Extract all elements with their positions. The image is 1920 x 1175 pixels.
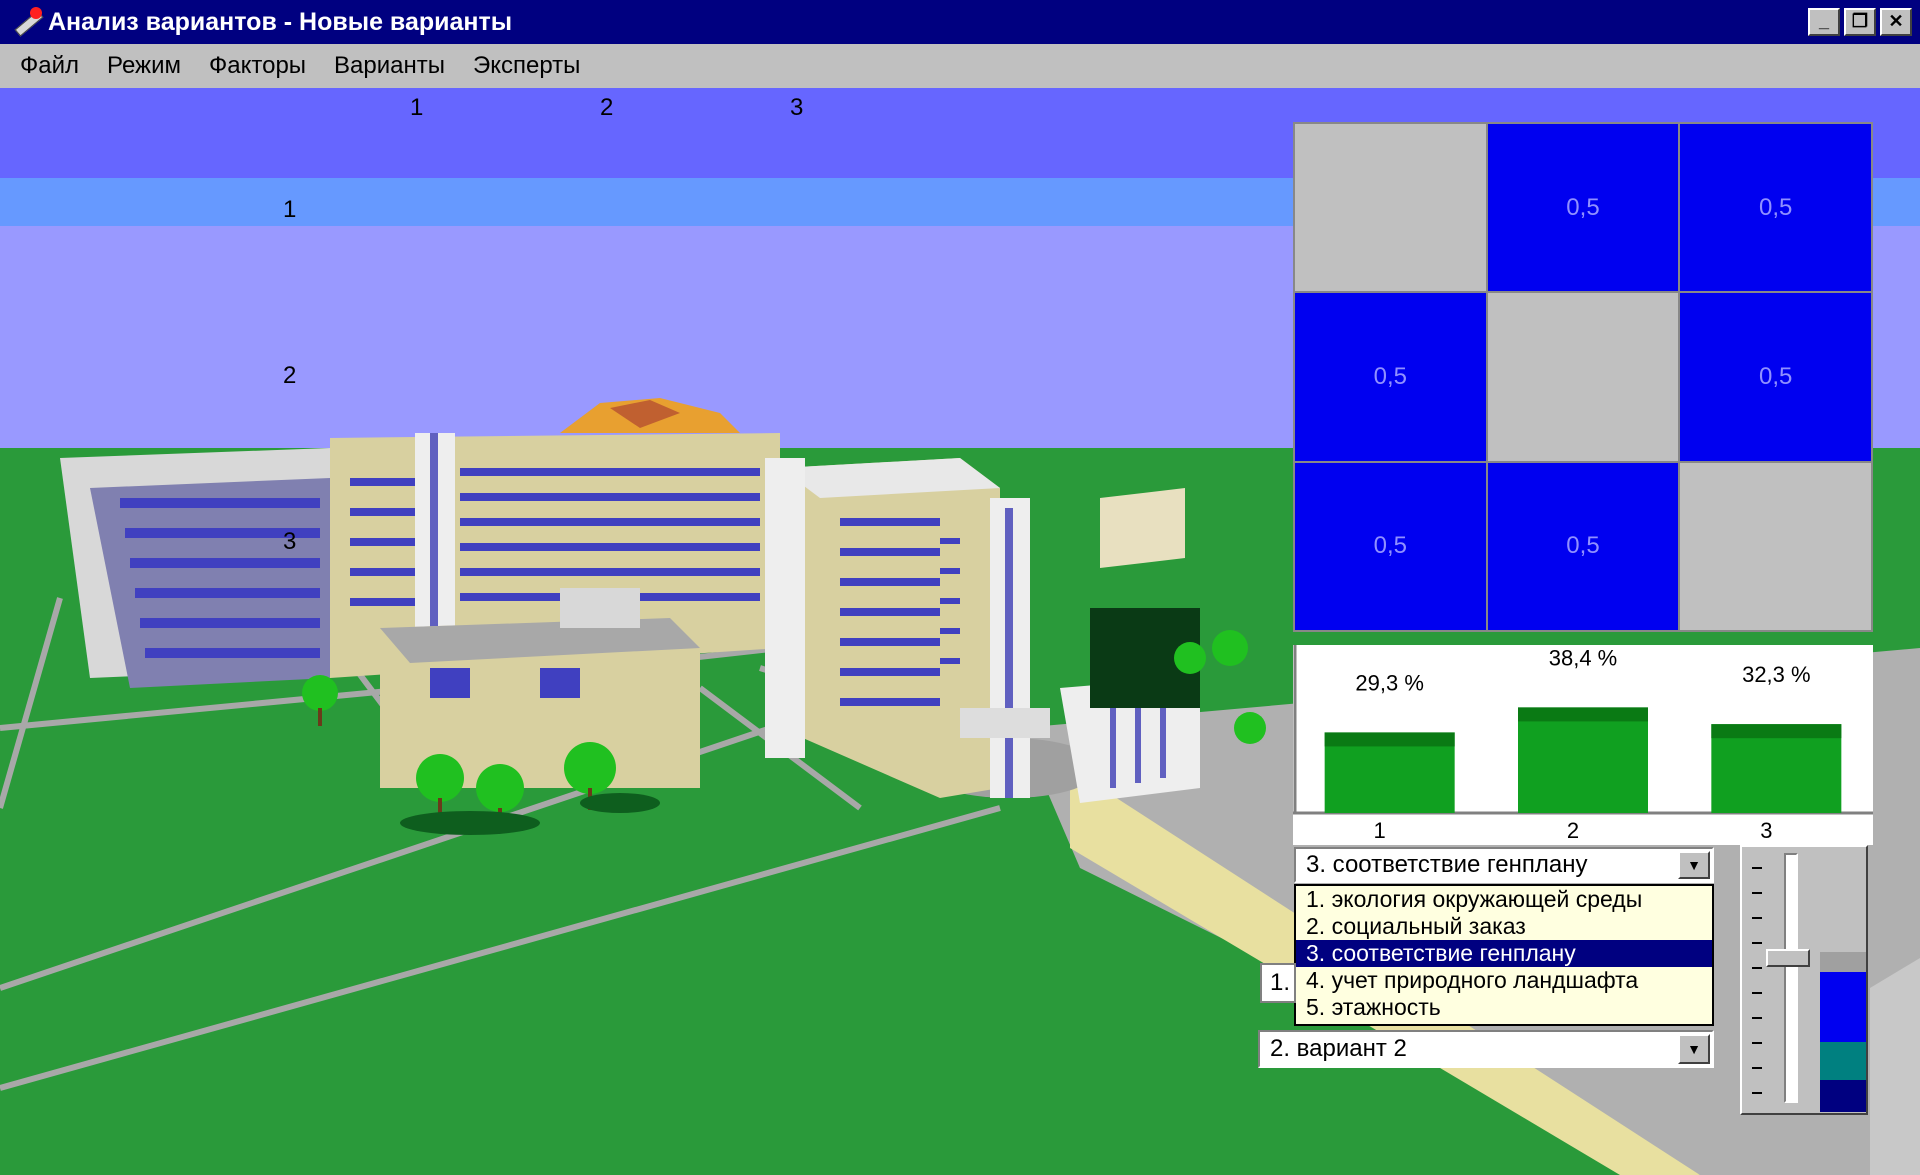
- weight-slider-panel: [1740, 845, 1868, 1115]
- matrix-cell[interactable]: 0,5: [1295, 462, 1486, 630]
- comparison-matrix: 0,5 0,5 0,5 0,5 0,5 0,5: [1293, 122, 1873, 632]
- slider-tick: [1752, 867, 1762, 869]
- menu-bar: Файл Режим Факторы Варианты Эксперты: [0, 44, 1920, 88]
- maximize-button[interactable]: ❐: [1844, 8, 1876, 36]
- variant-select-value: 2. вариант 2: [1270, 1035, 1407, 1062]
- menu-experts[interactable]: Эксперты: [459, 52, 594, 80]
- weight-level-bar: [1820, 952, 1866, 1112]
- app-icon[interactable]: [8, 5, 44, 39]
- column-label-1: 1: [410, 94, 424, 121]
- chevron-down-icon[interactable]: ▼: [1678, 1034, 1710, 1064]
- chevron-down-icon[interactable]: ▼: [1678, 851, 1710, 879]
- chart-bar-top: [1711, 724, 1842, 739]
- menu-file[interactable]: Файл: [6, 52, 93, 80]
- matrix-cell[interactable]: [1487, 293, 1679, 461]
- chart-bar-top: [1518, 707, 1648, 722]
- matrix-cell[interactable]: 0,5: [1487, 124, 1679, 292]
- row-label-1: 1: [283, 196, 297, 223]
- level-bar-segment: [1820, 972, 1866, 1042]
- close-button[interactable]: ✕: [1880, 8, 1912, 36]
- menu-factors[interactable]: Факторы: [195, 52, 320, 80]
- chart-category-label: 3: [1760, 818, 1772, 843]
- factor-select-value: 3. соответствие генплану: [1306, 851, 1588, 878]
- column-label-2: 2: [600, 94, 614, 121]
- slider-thumb[interactable]: [1766, 949, 1810, 967]
- slider-tick: [1752, 967, 1762, 969]
- chart-bar-top: [1324, 732, 1455, 747]
- level-bar-segment: [1820, 1042, 1866, 1080]
- matrix-cell[interactable]: [1680, 462, 1871, 630]
- bar-chart: 29,3 % 1 38,4 % 2 32,3 % 3: [1293, 645, 1873, 843]
- matrix-cell[interactable]: 0,5: [1295, 293, 1486, 461]
- slider-tick: [1752, 992, 1762, 994]
- slider-tick: [1752, 917, 1762, 919]
- factor-dropdown-list[interactable]: 1. экология окружающей среды 2. социальн…: [1294, 884, 1714, 1026]
- factor-option-selected[interactable]: 3. соответствие генплану: [1296, 940, 1712, 967]
- slider-tick: [1752, 892, 1762, 894]
- chart-data-label: 32,3 %: [1742, 662, 1811, 687]
- slider-tick: [1752, 1092, 1762, 1094]
- row-label-2: 2: [283, 362, 297, 389]
- menu-variants[interactable]: Варианты: [320, 52, 459, 80]
- window-title: Анализ вариантов - Новые варианты: [48, 7, 513, 36]
- matrix-cell[interactable]: 0,5: [1487, 462, 1679, 630]
- chart-category-label: 2: [1567, 818, 1579, 843]
- chart-data-label: 29,3 %: [1355, 670, 1424, 695]
- variant-select-1[interactable]: 1.: [1260, 963, 1296, 1003]
- chart-bar: [1518, 707, 1648, 813]
- slider-tick: [1752, 1042, 1762, 1044]
- level-bar-segment: [1820, 1080, 1866, 1112]
- factor-option[interactable]: 5. этажность: [1296, 994, 1712, 1021]
- slider-track[interactable]: [1784, 853, 1798, 1103]
- level-bar-top: [1820, 952, 1866, 972]
- matrix-cell[interactable]: 0,5: [1680, 124, 1871, 292]
- minimize-button[interactable]: _: [1808, 8, 1840, 36]
- variant-select-2[interactable]: 2. вариант 2 ▼: [1258, 1030, 1714, 1068]
- factor-option[interactable]: 2. социальный заказ: [1296, 913, 1712, 940]
- column-label-3: 3: [790, 94, 804, 121]
- row-label-3: 3: [283, 528, 297, 555]
- matrix-cell[interactable]: 0,5: [1680, 293, 1871, 461]
- menu-mode[interactable]: Режим: [93, 52, 195, 80]
- slider-tick: [1752, 942, 1762, 944]
- slider-tick: [1752, 1067, 1762, 1069]
- factor-option[interactable]: 4. учет природного ландшафта: [1296, 967, 1712, 994]
- chart-data-label: 38,4 %: [1549, 645, 1618, 670]
- matrix-cell[interactable]: [1295, 124, 1486, 292]
- factor-select[interactable]: 3. соответствие генплану ▼: [1294, 847, 1714, 883]
- chart-category-label: 1: [1374, 818, 1386, 843]
- factor-option[interactable]: 1. экология окружающей среды: [1296, 886, 1712, 913]
- slider-tick: [1752, 1017, 1762, 1019]
- results-chart: 29,3 % 1 38,4 % 2 32,3 % 3: [1293, 645, 1873, 845]
- title-bar: Анализ вариантов - Новые варианты _ ❐ ✕: [0, 0, 1920, 44]
